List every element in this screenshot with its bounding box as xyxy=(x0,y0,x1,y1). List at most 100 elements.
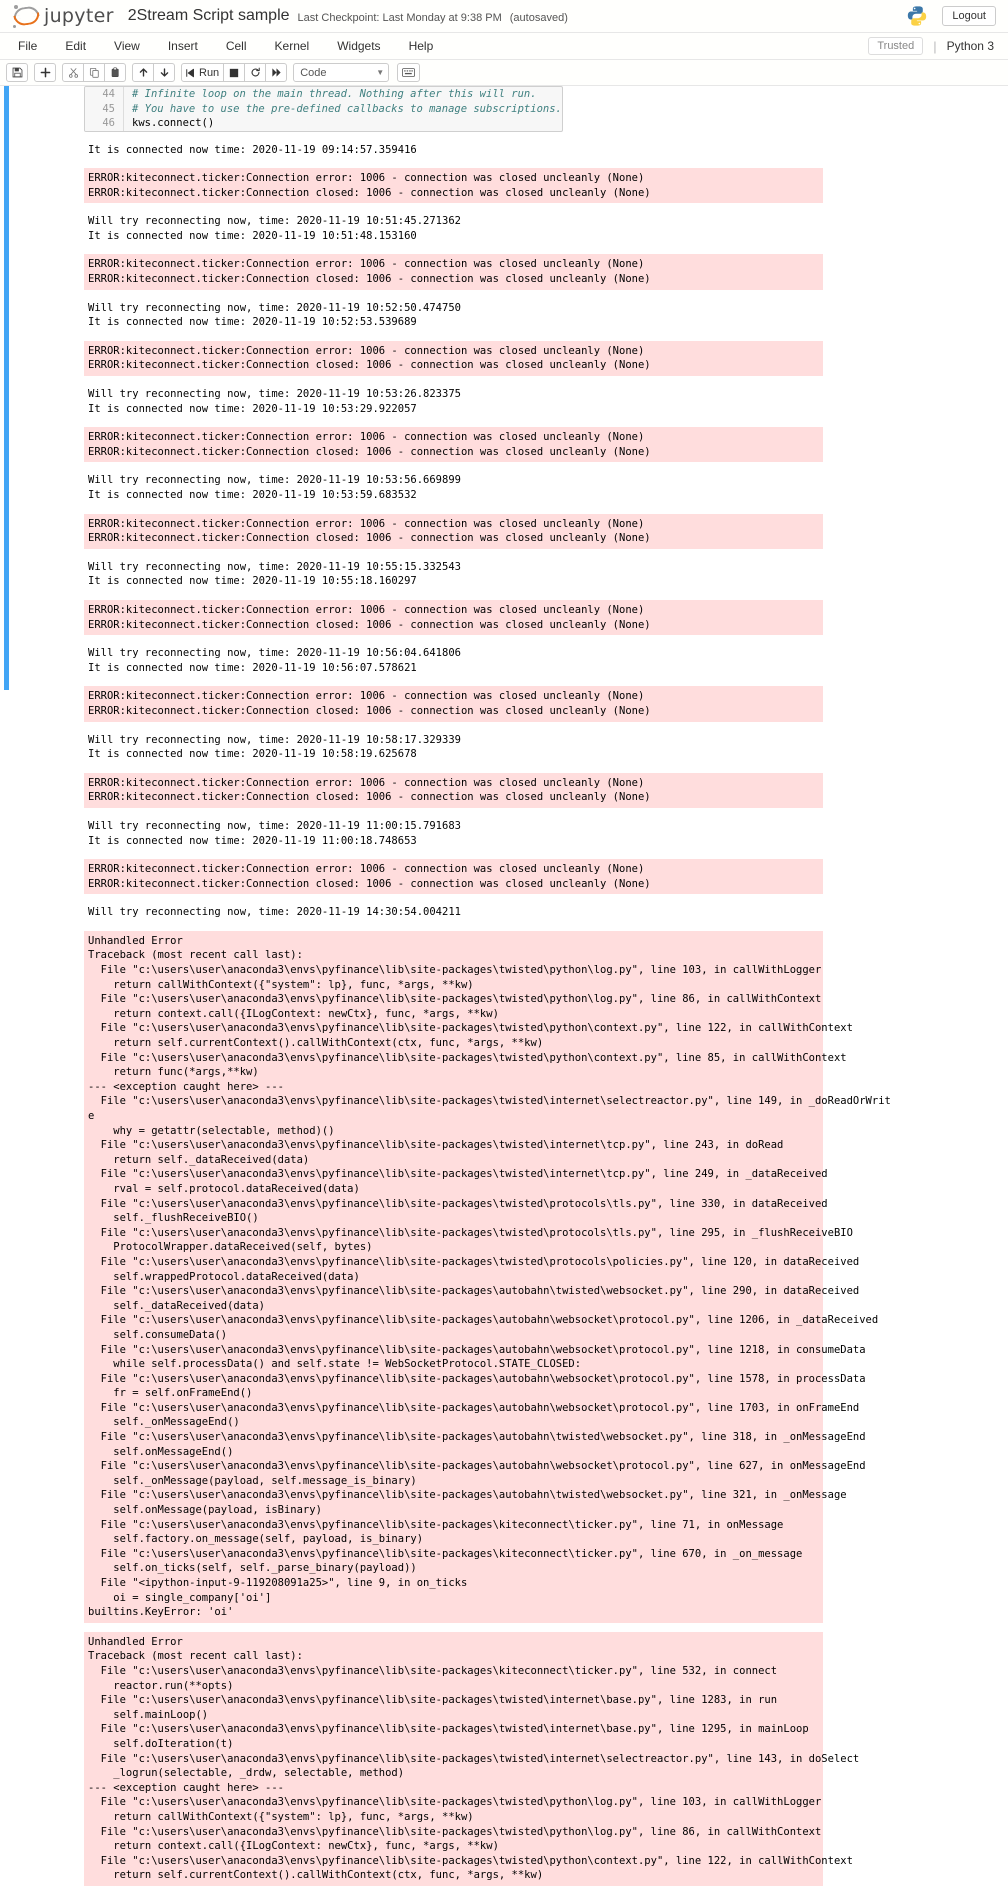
output-spacer xyxy=(0,203,1008,212)
output-text: ERROR:kiteconnect.ticker:Connection erro… xyxy=(84,599,823,636)
output-stderr-block: ERROR:kiteconnect.ticker:Connection erro… xyxy=(84,859,823,895)
notebook-toolbar: Run Code ▼ xyxy=(0,60,1008,86)
output-spacer xyxy=(0,677,1008,686)
menu-widgets[interactable]: Widgets xyxy=(323,35,394,57)
jupyter-logo[interactable]: jupyter xyxy=(12,4,114,28)
selected-cell-indicator xyxy=(4,86,9,690)
output-stdout-block: Will try reconnecting now, time: 2020-11… xyxy=(84,557,823,591)
output-text: Will try reconnecting now, time: 2020-11… xyxy=(84,298,823,332)
output-text: Will try reconnecting now, time: 2020-11… xyxy=(84,212,823,246)
move-cell-up-button[interactable] xyxy=(132,63,154,82)
code-cell[interactable]: 44 # Infinite loop on the main thread. No… xyxy=(0,86,1008,132)
run-icon xyxy=(186,68,195,78)
output-stderr-block: Unhandled Error Traceback (most recent c… xyxy=(84,930,891,1623)
output-stdout-block: It is connected now time: 2020-11-19 09:… xyxy=(84,140,823,160)
interrupt-kernel-button[interactable] xyxy=(223,63,246,82)
output-text: Will try reconnecting now, time: 2020-11… xyxy=(84,385,823,419)
menu-edit[interactable]: Edit xyxy=(51,35,100,57)
output-spacer xyxy=(0,418,1008,427)
menubar: File Edit View Insert Cell Kernel Widget… xyxy=(0,33,1008,60)
output-stderr-block: Unhandled Error Traceback (most recent c… xyxy=(84,1631,859,1886)
output-spacer xyxy=(0,764,1008,773)
output-text: ERROR:kiteconnect.ticker:Connection erro… xyxy=(84,340,823,377)
code-text: # You have to use the pre-defined callba… xyxy=(132,102,562,115)
paste-cell-button[interactable] xyxy=(104,63,126,82)
code-line: 44 # Infinite loop on the main thread. No… xyxy=(85,87,562,102)
cell-type-select[interactable]: Code ▼ xyxy=(293,63,390,82)
copy-cell-button[interactable] xyxy=(83,63,105,82)
menu-view[interactable]: View xyxy=(100,35,154,57)
insert-cell-below-button[interactable] xyxy=(34,63,56,82)
output-spacer xyxy=(0,922,1008,931)
output-spacer xyxy=(0,850,1008,859)
output-spacer xyxy=(0,462,1008,471)
menu-insert[interactable]: Insert xyxy=(154,35,212,57)
output-text: ERROR:kiteconnect.ticker:Connection erro… xyxy=(84,254,823,290)
code-text: kws.connect() xyxy=(132,117,215,129)
output-spacer xyxy=(0,245,1008,254)
run-button-label: Run xyxy=(199,66,220,79)
output-text: Unhandled Error Traceback (most recent c… xyxy=(84,1631,859,1886)
output-stdout-block: Will try reconnecting now, time: 2020-11… xyxy=(84,212,823,246)
output-spacer xyxy=(0,505,1008,514)
output-text: Will try reconnecting now, time: 2020-11… xyxy=(84,730,823,764)
menu-help[interactable]: Help xyxy=(395,35,448,57)
python-logo-icon xyxy=(906,5,928,27)
output-spacer xyxy=(0,290,1008,299)
output-text: ERROR:kiteconnect.ticker:Connection erro… xyxy=(84,168,823,204)
output-text: Unhandled Error Traceback (most recent c… xyxy=(84,930,891,1623)
output-text: Will try reconnecting now, time: 2020-11… xyxy=(84,644,823,678)
output-spacer xyxy=(0,376,1008,385)
output-stdout-block: Will try reconnecting now, time: 2020-11… xyxy=(84,816,823,851)
trusted-badge: Trusted xyxy=(868,37,924,55)
logout-button[interactable]: Logout xyxy=(942,6,996,26)
output-spacer xyxy=(0,894,1008,903)
line-number: 45 xyxy=(85,101,124,116)
output-text: ERROR:kiteconnect.ticker:Connection erro… xyxy=(84,686,823,722)
last-checkpoint-label: Last Checkpoint: Last Monday at 9:38 PM xyxy=(297,11,502,24)
output-stderr-block: ERROR:kiteconnect.ticker:Connection erro… xyxy=(84,513,823,549)
output-stderr-block: ERROR:kiteconnect.ticker:Connection erro… xyxy=(84,772,823,808)
output-text: Will try reconnecting now, time: 2020-11… xyxy=(84,557,823,591)
output-stdout-block: Will try reconnecting now, time: 2020-11… xyxy=(84,385,823,419)
output-stderr-block: ERROR:kiteconnect.ticker:Connection erro… xyxy=(84,168,823,204)
menu-file[interactable]: File xyxy=(4,35,51,57)
output-text: It is connected now time: 2020-11-19 09:… xyxy=(84,140,823,160)
output-stderr-block: ERROR:kiteconnect.ticker:Connection erro… xyxy=(84,254,823,290)
kernel-indicator-name: Python 3 xyxy=(946,39,994,53)
output-spacer xyxy=(0,332,1008,341)
command-palette-button[interactable] xyxy=(397,63,421,82)
output-stderr-block: ERROR:kiteconnect.ticker:Connection erro… xyxy=(84,599,823,636)
code-line: 45 # You have to use the pre-defined call… xyxy=(85,101,562,116)
jupyter-wordmark: jupyter xyxy=(44,5,114,27)
output-text: ERROR:kiteconnect.ticker:Connection erro… xyxy=(84,513,823,549)
output-text: ERROR:kiteconnect.ticker:Connection erro… xyxy=(84,427,823,463)
kernel-separator: | xyxy=(933,38,937,54)
restart-and-run-all-button[interactable] xyxy=(265,63,288,82)
output-stderr-block: ERROR:kiteconnect.ticker:Connection erro… xyxy=(84,427,823,463)
output-spacer xyxy=(0,722,1008,731)
cell-type-value: Code xyxy=(300,66,327,79)
code-text: # Infinite loop on the main thread. Noth… xyxy=(132,88,537,100)
notebook-title[interactable]: 2Stream Script sample xyxy=(128,7,290,26)
save-button[interactable] xyxy=(6,63,28,82)
output-spacer xyxy=(0,591,1008,600)
restart-kernel-button[interactable] xyxy=(244,63,267,82)
code-line: 46 kws.connect() xyxy=(85,116,562,131)
line-number: 44 xyxy=(85,87,124,102)
output-stdout-block: Will try reconnecting now, time: 2020-11… xyxy=(84,298,823,332)
move-cell-down-button[interactable] xyxy=(153,63,175,82)
notebook-header: jupyter 2Stream Script sample Last Check… xyxy=(0,0,1008,33)
output-text: ERROR:kiteconnect.ticker:Connection erro… xyxy=(84,772,823,808)
output-spacer xyxy=(0,132,1008,141)
menu-cell[interactable]: Cell xyxy=(212,35,261,57)
notebook-container: 44 # Infinite loop on the main thread. No… xyxy=(0,86,1008,1886)
output-spacer xyxy=(0,159,1008,168)
code-editor[interactable]: 44 # Infinite loop on the main thread. No… xyxy=(84,86,563,132)
cut-cell-button[interactable] xyxy=(62,63,84,82)
run-cell-button[interactable]: Run xyxy=(181,63,225,82)
menu-kernel[interactable]: Kernel xyxy=(261,35,324,57)
output-stdout-block: Will try reconnecting now, time: 2020-11… xyxy=(84,644,823,678)
chevron-down-icon: ▼ xyxy=(376,68,385,77)
line-number: 46 xyxy=(85,116,124,131)
